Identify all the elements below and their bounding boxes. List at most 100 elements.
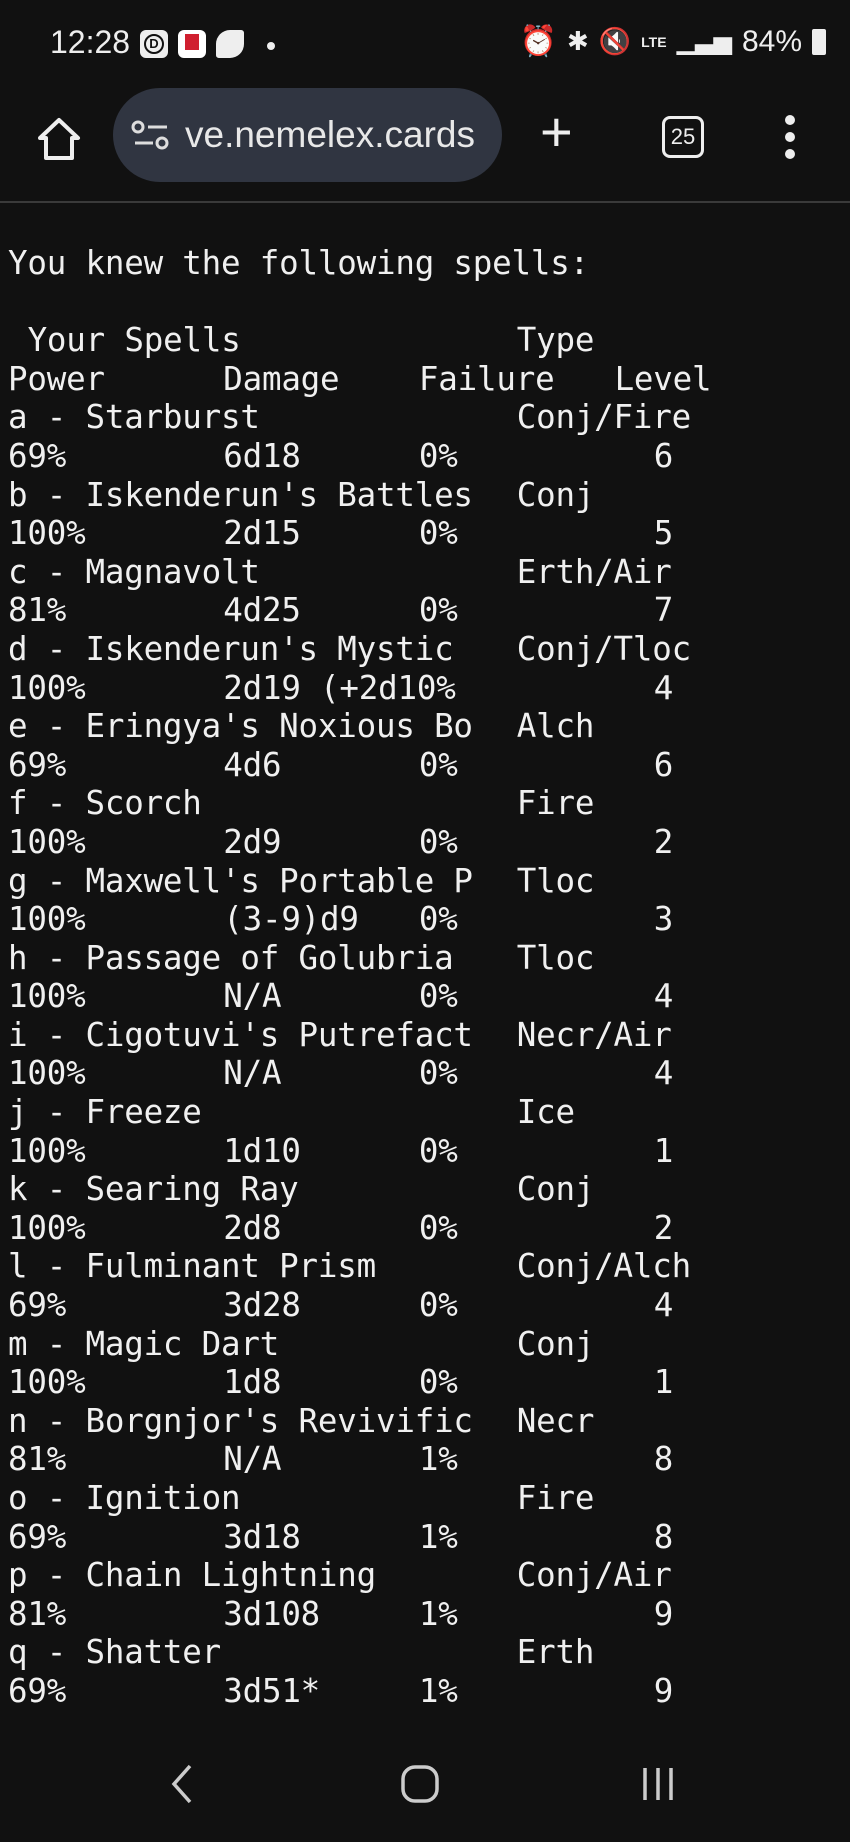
spell-damage: 1d8 <box>223 1363 282 1402</box>
spell-row: m - Magic Dart Conj <box>8 1325 594 1364</box>
spell-stats-row: 69% 3d18 1% 8 <box>8 1517 673 1557</box>
spell-failure: 1% <box>418 1440 458 1479</box>
spell-stats-row: 69% 4d6 0% 6 <box>8 746 673 785</box>
status-bar: 12:28 D ⏰ ✱ 🔇 LTE ▁▃▅ 84% <box>0 0 850 88</box>
spell-row: e - Eringya's Noxious Bo Alch <box>8 707 594 746</box>
spell-power: 69% <box>8 1286 67 1325</box>
spell-level: 8 <box>653 1440 674 1479</box>
spell-level: 4 <box>653 1286 674 1325</box>
spell-level: 2 <box>653 822 674 861</box>
spell-row: q - Shatter Erth <box>8 1633 594 1672</box>
kfc-app-icon <box>178 30 206 58</box>
spell-stats-row: 100% 1d8 0% 1 <box>8 1363 673 1402</box>
spell-power: 100% <box>8 977 86 1016</box>
spell-failure: 0% <box>418 436 458 475</box>
spell-damage: 3d28 <box>223 1286 301 1325</box>
spell-damage: 4d25 <box>223 591 301 630</box>
back-icon[interactable] <box>168 1762 196 1806</box>
header-type: Type <box>516 321 595 360</box>
spell-type: Necr/Air <box>516 1015 672 1054</box>
spell-type: Conj <box>516 1324 595 1363</box>
spell-power: 100% <box>8 1208 86 1247</box>
spell-level: 1 <box>653 1363 674 1402</box>
spell-level: 1 <box>653 1131 674 1170</box>
spell-level: 7 <box>653 591 674 630</box>
spell-damage: 2d8 <box>223 1208 282 1247</box>
spell-name: h - Passage of Golubria <box>8 938 454 977</box>
url-text[interactable]: ve.nemelex.cards <box>185 114 475 156</box>
spell-level: 9 <box>653 1594 674 1633</box>
spell-damage: 3d18 <box>223 1517 301 1556</box>
spell-name: b - Iskenderun's Battles <box>8 475 473 514</box>
new-tab-icon[interactable]: + <box>540 104 573 160</box>
spell-row: c - Magnavolt Erth/Air <box>8 553 672 592</box>
swirl-icon <box>216 30 244 58</box>
spell-type: Fire <box>516 1479 595 1517</box>
spell-stats-row: 100% 1d10 0% 1 <box>8 1131 673 1171</box>
spell-type: Conj/Fire <box>516 398 692 437</box>
spell-stats-row: 100% 2d8 0% 2 <box>8 1208 673 1248</box>
spell-failure: 0% <box>418 591 458 630</box>
spell-level: 8 <box>653 1517 674 1556</box>
spell-level: 9 <box>653 1671 674 1710</box>
spell-row: g - Maxwell's Portable P Tloc <box>8 862 594 901</box>
spell-power: 100% <box>8 514 86 553</box>
spell-name: n - Borgnjor's Revivific <box>8 1401 473 1440</box>
spell-name: i - Cigotuvi's Putrefact <box>8 1015 473 1054</box>
spell-name: j - Freeze <box>8 1093 202 1132</box>
spell-name: p - Chain Lightning <box>8 1556 376 1595</box>
spell-failure: 0% <box>418 1208 458 1247</box>
intro-line: You knew the following spells: <box>8 244 589 283</box>
site-settings-icon[interactable] <box>131 120 171 150</box>
header-your-spells: Your Spells <box>27 321 241 360</box>
mute-icon: 🔇 <box>598 26 632 56</box>
spell-failure: 0% <box>418 1054 458 1093</box>
spell-level: 4 <box>653 668 674 707</box>
header-row-1: Your Spells Type <box>8 321 595 360</box>
spell-level: 6 <box>653 436 674 475</box>
spell-failure: 0% <box>418 977 458 1016</box>
spell-name: f - Scorch <box>8 784 202 823</box>
spell-name: d - Iskenderun's Mystic <box>8 629 454 668</box>
spell-list: You knew the following spells: Your Spel… <box>8 244 712 1711</box>
spell-stats-row: 100% N/A 0% 4 <box>8 1054 673 1093</box>
spell-type: Tloc <box>516 861 595 900</box>
spell-damage: 1d10 <box>223 1131 301 1170</box>
spell-type: Erth <box>516 1633 595 1672</box>
spell-name: m - Magic Dart <box>8 1324 280 1363</box>
spell-failure: 0% <box>418 1286 458 1325</box>
spell-power: 81% <box>8 591 67 630</box>
spell-level: 4 <box>653 977 674 1016</box>
home-nav-icon[interactable] <box>400 1764 440 1804</box>
spell-failure: 0% <box>418 1363 458 1402</box>
spell-power: 69% <box>8 436 67 475</box>
header-power: Power <box>8 359 105 398</box>
spell-damage: 2d9 <box>223 822 282 861</box>
spell-damage: N/A <box>223 1440 282 1479</box>
more-options-icon[interactable] <box>780 112 800 162</box>
spell-level: 2 <box>653 1208 674 1247</box>
network-type: LTE <box>641 33 667 50</box>
spell-stats-row: 100% (3-9)d9 0% 3 <box>8 900 673 939</box>
address-bar[interactable]: ve.nemelex.cards <box>113 88 502 182</box>
recents-icon[interactable] <box>640 1764 676 1804</box>
spell-power: 81% <box>8 1594 67 1633</box>
spell-failure: 0% <box>418 514 458 553</box>
spell-failure: 0% <box>418 1131 458 1170</box>
spell-power: 100% <box>8 1363 86 1402</box>
spell-stats-row: 81% 3d108 1% 9 <box>8 1594 673 1634</box>
spell-damage: N/A <box>223 977 282 1016</box>
spell-row: h - Passage of Golubria Tloc <box>8 939 594 978</box>
d-app-icon: D <box>140 30 168 58</box>
spell-stats-row: 81% N/A 1% 8 <box>8 1440 673 1479</box>
spell-power: 69% <box>8 1517 67 1556</box>
spell-row: p - Chain Lightning Conj/Air <box>8 1556 672 1595</box>
spell-level: 6 <box>653 745 674 784</box>
spell-damage: 6d18 <box>223 436 301 475</box>
spell-stats-row: 69% 6d18 0% 6 <box>8 436 673 476</box>
spell-row: b - Iskenderun's Battles Conj <box>8 476 594 515</box>
spell-level: 3 <box>653 900 674 939</box>
home-icon[interactable] <box>34 114 84 164</box>
spell-power: 100% <box>8 1131 86 1170</box>
tab-switcher-button[interactable]: 25 <box>662 116 704 158</box>
